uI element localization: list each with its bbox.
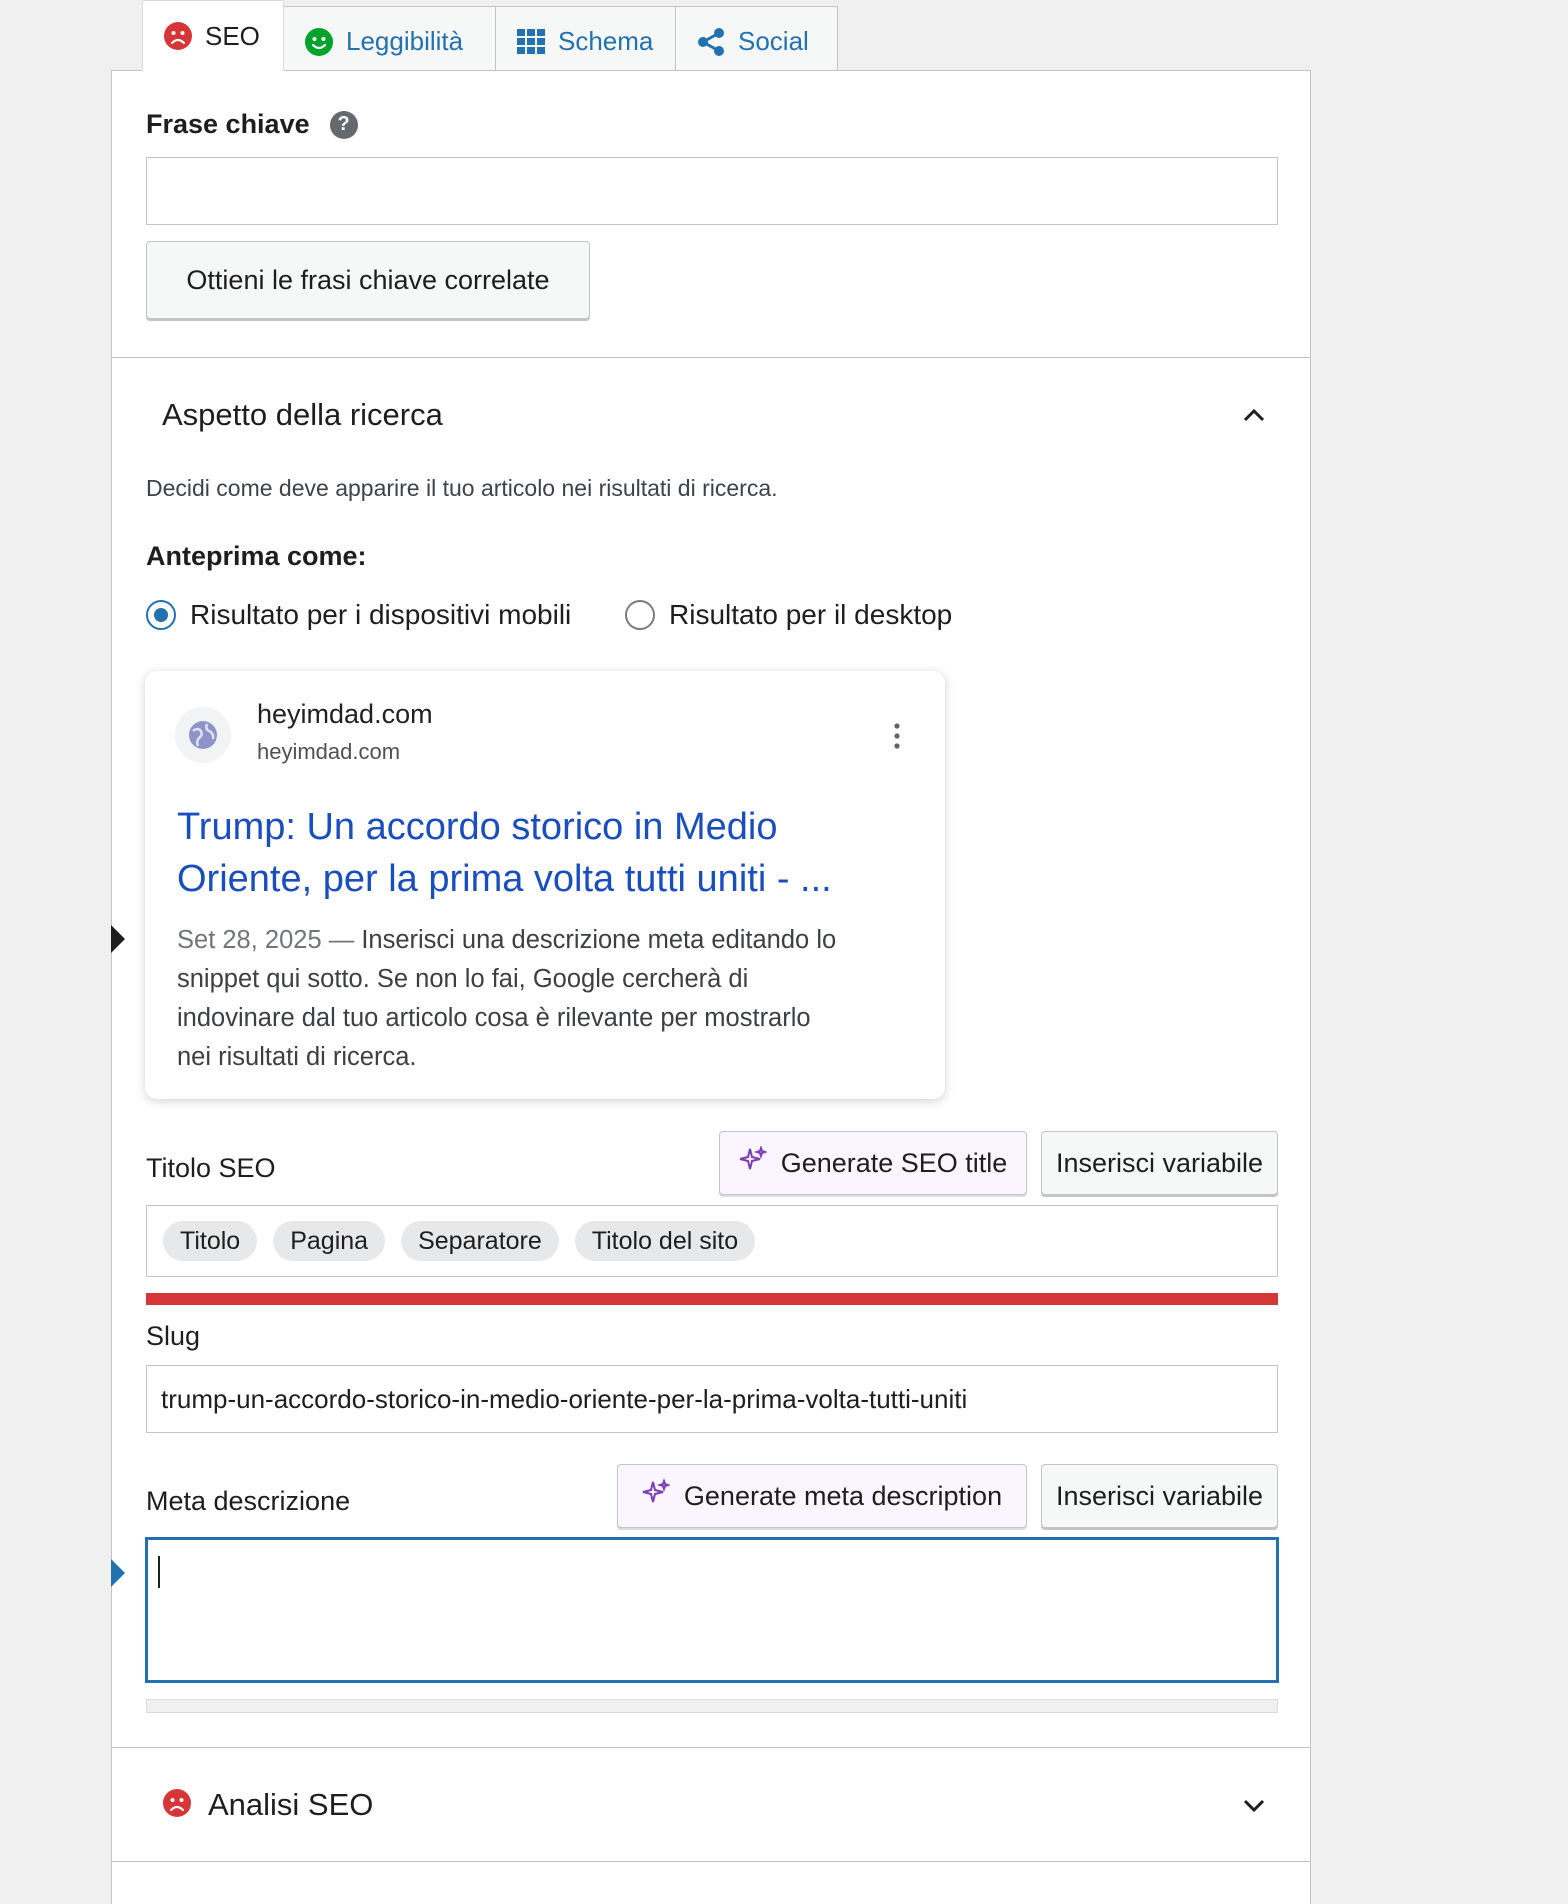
slug-value: trump-un-accordo-storico-in-medio-orient… bbox=[161, 1383, 968, 1414]
seo-title-label: Titolo SEO bbox=[146, 1153, 276, 1183]
seo-analysis-title: Analisi SEO bbox=[208, 1787, 374, 1822]
sad-face-icon bbox=[162, 1788, 192, 1823]
seo-analysis-toggle[interactable]: Analisi SEO bbox=[162, 1787, 373, 1823]
sparkle-icon bbox=[642, 1477, 672, 1514]
radio-button[interactable] bbox=[146, 600, 176, 630]
chevron-up-icon[interactable] bbox=[1240, 401, 1268, 434]
snippet-desc-line: snippet qui sotto. Se non lo fai, Google… bbox=[177, 965, 749, 993]
snippet-title-line: Oriente, per la prima volta tutti uniti … bbox=[177, 858, 832, 900]
snippet-dash: — bbox=[328, 926, 355, 954]
meta-description-label: Meta descrizione bbox=[146, 1486, 351, 1516]
globe-icon bbox=[175, 707, 231, 763]
button-label: Generate SEO title bbox=[780, 1147, 1008, 1178]
seo-panel: Frase chiave ? Ottieni le frasi chiave c… bbox=[111, 70, 1311, 1904]
button-label: Inserisci variabile bbox=[1055, 1480, 1264, 1511]
radio-label: Risultato per il desktop bbox=[669, 599, 953, 630]
tab-label: SEO bbox=[205, 20, 260, 51]
keyphrase-label: Frase chiave bbox=[146, 109, 310, 139]
snippet-date: Set 28, 2025 bbox=[177, 926, 322, 954]
grid-icon bbox=[516, 27, 546, 57]
meta-description-input[interactable] bbox=[146, 1538, 1278, 1682]
progress-fill bbox=[146, 1293, 1278, 1305]
seo-title-input[interactable]: Titolo Pagina Separatore Titolo del sito bbox=[146, 1205, 1278, 1277]
metabox-tabs: SEO Leggibilità Schema Social bbox=[142, 0, 838, 76]
search-appearance-description: Decidi come deve apparire il tuo articol… bbox=[146, 475, 778, 501]
variable-pill[interactable]: Separatore bbox=[401, 1221, 559, 1261]
caret-right-icon bbox=[111, 1559, 125, 1587]
sparkle-icon bbox=[739, 1144, 768, 1181]
preview-as-label: Anteprima come: bbox=[146, 541, 367, 571]
tab-social[interactable]: Social bbox=[675, 6, 838, 76]
tab-readability[interactable]: Leggibilità bbox=[283, 6, 496, 76]
more-vertical-icon[interactable] bbox=[893, 723, 901, 754]
search-appearance-title[interactable]: Aspetto della ricerca bbox=[162, 397, 443, 433]
tab-label: Leggibilità bbox=[346, 26, 464, 56]
insert-variable-meta-button[interactable]: Inserisci variabile bbox=[1041, 1464, 1278, 1528]
snippet-desc-line: nei risultati di ricerca. bbox=[177, 1043, 417, 1071]
tab-label: Schema bbox=[558, 26, 654, 56]
variable-pill[interactable]: Pagina bbox=[273, 1221, 386, 1261]
caret-right-icon bbox=[111, 925, 125, 953]
button-label: Generate meta description bbox=[683, 1480, 1003, 1511]
snippet-title[interactable]: Trump: Un accordo storico in Medio Orien… bbox=[177, 801, 832, 905]
slug-input[interactable]: trump-un-accordo-storico-in-medio-orient… bbox=[146, 1365, 1278, 1433]
variable-pill[interactable]: Titolo bbox=[163, 1221, 258, 1261]
share-icon bbox=[696, 27, 726, 57]
slug-label: Slug bbox=[146, 1321, 201, 1351]
snippet-desc-line: indovinare dal tuo articolo cosa è rilev… bbox=[177, 1004, 811, 1032]
tab-seo[interactable]: SEO bbox=[142, 0, 284, 71]
radio-desktop[interactable]: Risultato per il desktop bbox=[625, 599, 952, 631]
meta-description-progress bbox=[146, 1699, 1278, 1713]
keyphrase-input[interactable] bbox=[146, 157, 1278, 225]
snippet-site-url: heyimdad.com bbox=[257, 739, 401, 764]
button-label: Ottieni le frasi chiave correlate bbox=[186, 264, 550, 295]
related-keyphrases-button[interactable]: Ottieni le frasi chiave correlate bbox=[146, 241, 590, 319]
generate-meta-description-button[interactable]: Generate meta description bbox=[617, 1464, 1027, 1528]
smile-face-icon bbox=[304, 27, 334, 57]
button-label: Inserisci variabile bbox=[1055, 1147, 1264, 1178]
generate-seo-title-button[interactable]: Generate SEO title bbox=[719, 1131, 1027, 1195]
tab-schema[interactable]: Schema bbox=[495, 6, 676, 76]
chevron-down-icon[interactable] bbox=[1240, 1791, 1268, 1824]
text-cursor bbox=[158, 1556, 160, 1588]
sad-face-icon bbox=[163, 21, 193, 51]
help-icon[interactable]: ? bbox=[329, 110, 358, 139]
snippet-site-name: heyimdad.com bbox=[257, 699, 433, 729]
snippet-description: Set 28, 2025 — Inserisci una descrizione… bbox=[177, 921, 927, 1077]
snippet-desc-line: Inserisci una descrizione meta editando … bbox=[361, 926, 837, 954]
snippet-preview[interactable]: heyimdad.com heyimdad.com Trump: Un acco… bbox=[145, 671, 945, 1099]
seo-title-progress bbox=[146, 1293, 1278, 1305]
insert-variable-title-button[interactable]: Inserisci variabile bbox=[1041, 1131, 1278, 1195]
variable-pill[interactable]: Titolo del sito bbox=[574, 1221, 756, 1261]
snippet-title-line: Trump: Un accordo storico in Medio bbox=[177, 806, 778, 848]
radio-label: Risultato per i dispositivi mobili bbox=[190, 599, 572, 630]
radio-mobile[interactable]: Risultato per i dispositivi mobili bbox=[146, 599, 571, 631]
tab-label: Social bbox=[738, 26, 809, 56]
radio-button[interactable] bbox=[625, 600, 655, 630]
